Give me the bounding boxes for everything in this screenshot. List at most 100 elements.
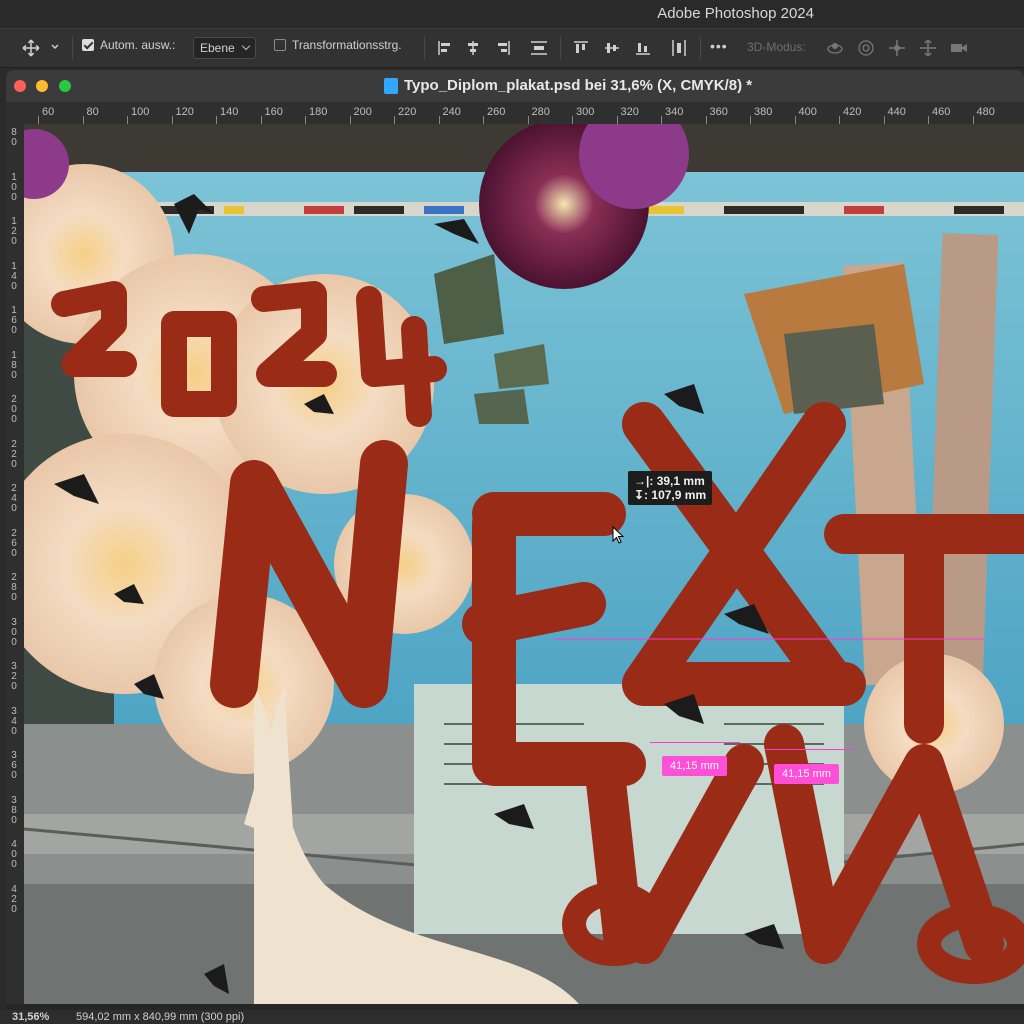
spacing-label: 41,15 mm bbox=[662, 756, 727, 776]
document-title: Typo_Diplom_plakat.psd bei 31,6% (X, CMY… bbox=[404, 77, 753, 94]
poster-artwork bbox=[24, 124, 1024, 1004]
toolbar-divider bbox=[700, 37, 701, 59]
ruler-tick-label: 320 bbox=[620, 106, 639, 118]
app-title: Adobe Photoshop 2024 bbox=[657, 5, 814, 22]
ruler-tick-label: 200 bbox=[11, 394, 17, 425]
psd-file-icon bbox=[384, 78, 398, 94]
align-horizontal-center-icon[interactable] bbox=[464, 39, 482, 57]
ruler-tick-mark bbox=[394, 116, 395, 124]
ruler-tick-mark bbox=[883, 116, 885, 124]
zoom-level[interactable]: 31,56% bbox=[12, 1011, 49, 1023]
3d-roll-icon[interactable] bbox=[857, 39, 875, 57]
ruler-tick-label: 200 bbox=[353, 106, 372, 118]
ruler-tick-mark bbox=[616, 116, 618, 124]
ruler-tick-label: 280 bbox=[11, 572, 17, 603]
ruler-tick-label: 360 bbox=[709, 106, 728, 118]
ruler-tick-label: 140 bbox=[220, 106, 239, 118]
ruler-tick-mark bbox=[527, 116, 529, 124]
document-window: Typo_Diplom_plakat.psd bei 31,6% (X, CMY… bbox=[6, 70, 1024, 1024]
ruler-tick-label: 80 bbox=[11, 127, 17, 148]
spacing-guide-line bbox=[764, 749, 854, 750]
ruler-tick-label: 160 bbox=[11, 305, 17, 336]
horizontal-ruler[interactable]: 60 80 100 120 140 160 180 200 220 240 260 280 300 320… bbox=[24, 102, 1024, 125]
ruler-tick-label: 460 bbox=[932, 106, 951, 118]
auto-select-label: Autom. ausw.: bbox=[100, 38, 176, 52]
ruler-tick-label: 360 bbox=[11, 750, 17, 781]
3d-slide-icon[interactable] bbox=[919, 39, 937, 57]
measurement-tooltip: →|: 39,1 mm ↧: 107,9 mm bbox=[628, 471, 713, 505]
ruler-tick-label: 320 bbox=[11, 661, 17, 692]
move-tool-icon[interactable] bbox=[22, 39, 40, 57]
mouse-pointer-icon bbox=[612, 526, 625, 544]
align-right-icon[interactable] bbox=[494, 39, 512, 57]
ruler-tick-label: 180 bbox=[309, 106, 328, 118]
document-tab[interactable]: Typo_Diplom_plakat.psd bei 31,6% (X, CMY… bbox=[6, 70, 1024, 102]
ruler-tick-label: 260 bbox=[11, 527, 17, 559]
document-size[interactable]: 594,02 mm x 840,99 mm (300 ppi) bbox=[76, 1011, 244, 1023]
ruler-tick-label: 160 bbox=[264, 106, 283, 118]
ruler-tick-label: 120 bbox=[175, 106, 194, 118]
ruler-tick-mark bbox=[38, 116, 39, 124]
transform-controls-label: Transformationsstrg. bbox=[292, 38, 402, 52]
ruler-tick-label: 340 bbox=[11, 705, 17, 737]
3d-camera-icon[interactable] bbox=[950, 39, 968, 57]
distribute-vertical-icon[interactable] bbox=[530, 39, 548, 57]
ruler-tick-label: 400 bbox=[798, 106, 817, 118]
zoom-window-button[interactable] bbox=[59, 80, 71, 92]
ruler-tick-mark bbox=[972, 116, 974, 124]
auto-select-toggle[interactable]: Autom. ausw.: bbox=[82, 38, 175, 52]
ruler-tick-mark bbox=[127, 116, 128, 124]
ruler-tick-mark bbox=[928, 116, 929, 124]
spacing-guide-line bbox=[650, 742, 740, 743]
toolbar-divider bbox=[560, 37, 561, 59]
more-options-button[interactable]: ••• bbox=[710, 38, 728, 54]
align-bottom-icon[interactable] bbox=[634, 39, 652, 57]
ruler-tick-mark bbox=[750, 116, 751, 124]
toolbar-divider bbox=[72, 37, 73, 59]
transform-controls-checkbox[interactable] bbox=[274, 39, 286, 51]
close-window-button[interactable] bbox=[14, 80, 26, 92]
ruler-tick-label: 100 bbox=[131, 106, 150, 118]
ruler-tick-label: 120 bbox=[11, 216, 17, 247]
options-bar: Autom. ausw.: Ebene Transformationsstrg.… bbox=[0, 28, 1024, 68]
ruler-tick-label: 260 bbox=[487, 106, 506, 118]
ruler-tick-mark bbox=[216, 116, 217, 124]
ruler-tick-label: 380 bbox=[11, 794, 17, 826]
ruler-tick-label: 180 bbox=[11, 349, 17, 381]
ruler-tick-label: 60 bbox=[42, 106, 55, 118]
ruler-tick-mark bbox=[572, 116, 573, 124]
transform-controls-toggle[interactable]: Transformationsstrg. bbox=[274, 38, 402, 52]
toolbar-divider bbox=[424, 37, 425, 59]
ruler-tick-label: 220 bbox=[11, 438, 17, 470]
ruler-tick-mark bbox=[305, 116, 306, 124]
ruler-tick-mark bbox=[483, 116, 484, 124]
ruler-tick-label: 240 bbox=[11, 483, 17, 514]
auto-select-checkbox[interactable] bbox=[82, 39, 94, 51]
auto-select-target-dropdown[interactable]: Ebene bbox=[193, 37, 256, 59]
ruler-tick-label: 480 bbox=[976, 106, 995, 118]
ruler-tick-label: 380 bbox=[754, 106, 773, 118]
tool-preset-chevron-icon[interactable] bbox=[50, 42, 60, 52]
measure-height: 107,9 mm bbox=[651, 488, 707, 502]
ruler-tick-label: 420 bbox=[11, 883, 17, 915]
ruler-tick-label: 240 bbox=[442, 106, 461, 118]
vertical-ruler[interactable]: 80 100 120 140 160 180 200 220 240 260 280 300 320 34… bbox=[6, 124, 25, 1004]
ruler-tick-mark bbox=[438, 116, 440, 124]
auto-select-target-value[interactable]: Ebene bbox=[193, 37, 256, 59]
ruler-corner[interactable] bbox=[6, 102, 24, 124]
minimize-window-button[interactable] bbox=[36, 80, 48, 92]
ruler-tick-mark bbox=[349, 116, 351, 124]
ruler-tick-label: 100 bbox=[11, 171, 17, 203]
height-label-icon: ↧: bbox=[634, 488, 649, 502]
measure-width: 39,1 mm bbox=[656, 474, 705, 488]
document-canvas[interactable]: →|: 39,1 mm ↧: 107,9 mm 41,15 mm 41,15 m… bbox=[24, 124, 1024, 1004]
3d-orbit-icon[interactable] bbox=[826, 39, 844, 57]
ruler-tick-label: 140 bbox=[11, 260, 17, 292]
align-top-icon[interactable] bbox=[572, 39, 590, 57]
width-label-icon: →|: bbox=[634, 474, 654, 488]
3d-pan-icon[interactable] bbox=[888, 39, 906, 57]
ruler-tick-mark bbox=[171, 116, 173, 124]
align-vertical-center-icon[interactable] bbox=[603, 39, 621, 57]
distribute-horizontal-icon[interactable] bbox=[670, 39, 688, 57]
align-left-icon[interactable] bbox=[436, 39, 454, 57]
